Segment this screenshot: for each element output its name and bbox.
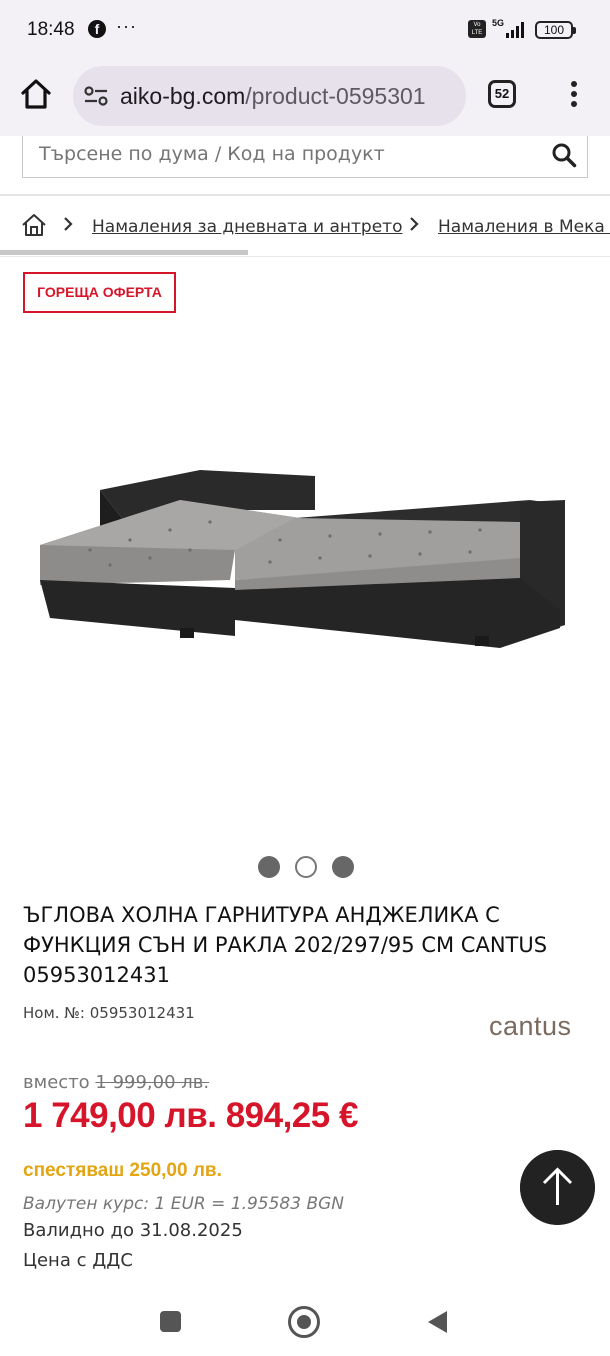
status-bar: 18:48 f ··· Vo LTE 5G 100: [0, 0, 610, 60]
browser-menu-icon[interactable]: [562, 78, 586, 112]
carousel-dot-2[interactable]: [295, 856, 317, 878]
facebook-notification-icon: f: [88, 20, 106, 38]
divider: [0, 256, 610, 257]
sku-value: 05953012431: [89, 1004, 195, 1022]
price-eur: 894,25 €: [225, 1096, 359, 1135]
site-settings-icon[interactable]: [83, 84, 109, 108]
back-icon[interactable]: [426, 1309, 448, 1335]
vat-note: Цена с ДДС: [23, 1250, 133, 1271]
product-title-line: ФУНКЦИЯ СЪН И РАКЛА 202/297/95 СМ CANTUS: [23, 933, 548, 957]
chevron-right-icon: [410, 217, 419, 231]
brand-logo[interactable]: cantus: [489, 1011, 572, 1042]
battery-icon: 100: [535, 21, 576, 39]
url-path: /product-0595301: [245, 83, 426, 109]
old-price-label: вместо: [23, 1072, 90, 1093]
savings-text: спестяваш 250,00 лв.: [23, 1160, 222, 1181]
chevron-right-icon: [64, 217, 73, 231]
system-navigation-bar: [0, 1290, 610, 1356]
volte-icon: Vo LTE: [468, 20, 486, 38]
product-title-line: ЪГЛОВА ХОЛНА ГАРНИТУРА АНДЖЕЛИКА С: [23, 903, 500, 927]
old-price-value: 1 999,00 лв.: [95, 1072, 210, 1093]
search-box: [22, 136, 588, 178]
more-notifications-icon: ···: [116, 16, 137, 36]
browser-toolbar: aiko-bg.com/product-0595301 52: [0, 60, 610, 136]
valid-until: Валидно до 31.08.2025: [23, 1220, 243, 1241]
price-bgn: 1 749,00 лв.: [23, 1096, 217, 1135]
breadcrumb-link-soft-furniture[interactable]: Намаления в Мека мебел: [438, 217, 610, 237]
network-label: 5G: [492, 18, 504, 28]
sku-label: Ном. №:: [23, 1004, 85, 1022]
scroll-to-top-button[interactable]: [520, 1150, 595, 1225]
exchange-rate: Валутен курс: 1 EUR = 1.95583 BGN: [23, 1194, 345, 1214]
search-icon[interactable]: [551, 142, 577, 168]
search-input[interactable]: [39, 143, 529, 165]
carousel-dot-3[interactable]: [332, 856, 354, 878]
url-text[interactable]: aiko-bg.com/product-0595301: [120, 83, 426, 110]
tab-switcher-button[interactable]: 52: [488, 80, 516, 108]
breadcrumb-scrollbar[interactable]: [0, 250, 248, 255]
breadcrumb-home-icon[interactable]: [21, 213, 47, 237]
carousel-dot-1[interactable]: [258, 856, 280, 878]
breadcrumb: Намаления за дневната и антрето Намалени…: [0, 196, 610, 256]
signal-icon: 5G: [492, 18, 524, 38]
product-image[interactable]: [30, 440, 580, 670]
status-time: 18:48: [27, 19, 75, 40]
product-title: ЪГЛОВА ХОЛНА ГАРНИТУРА АНДЖЕЛИКА С ФУНКЦ…: [23, 900, 593, 990]
breadcrumb-link-living-room[interactable]: Намаления за дневната и антрето: [92, 217, 402, 237]
address-bar[interactable]: aiko-bg.com/product-0595301: [73, 66, 466, 126]
search-bar: [0, 136, 610, 196]
hot-offer-badge: ГОРЕЩА ОФЕРТА: [23, 272, 176, 313]
current-price: 1 749,00 лв. 894,25 €: [23, 1096, 358, 1136]
product-title-line: 05953012431: [23, 963, 170, 987]
recent-apps-icon[interactable]: [160, 1311, 181, 1332]
url-host: aiko-bg.com: [120, 83, 246, 109]
home-icon[interactable]: [18, 76, 54, 112]
home-button-icon[interactable]: [288, 1306, 320, 1338]
product-sku: Ном. №: 05953012431: [23, 1004, 195, 1022]
old-price: вместо 1 999,00 лв.: [23, 1072, 209, 1093]
